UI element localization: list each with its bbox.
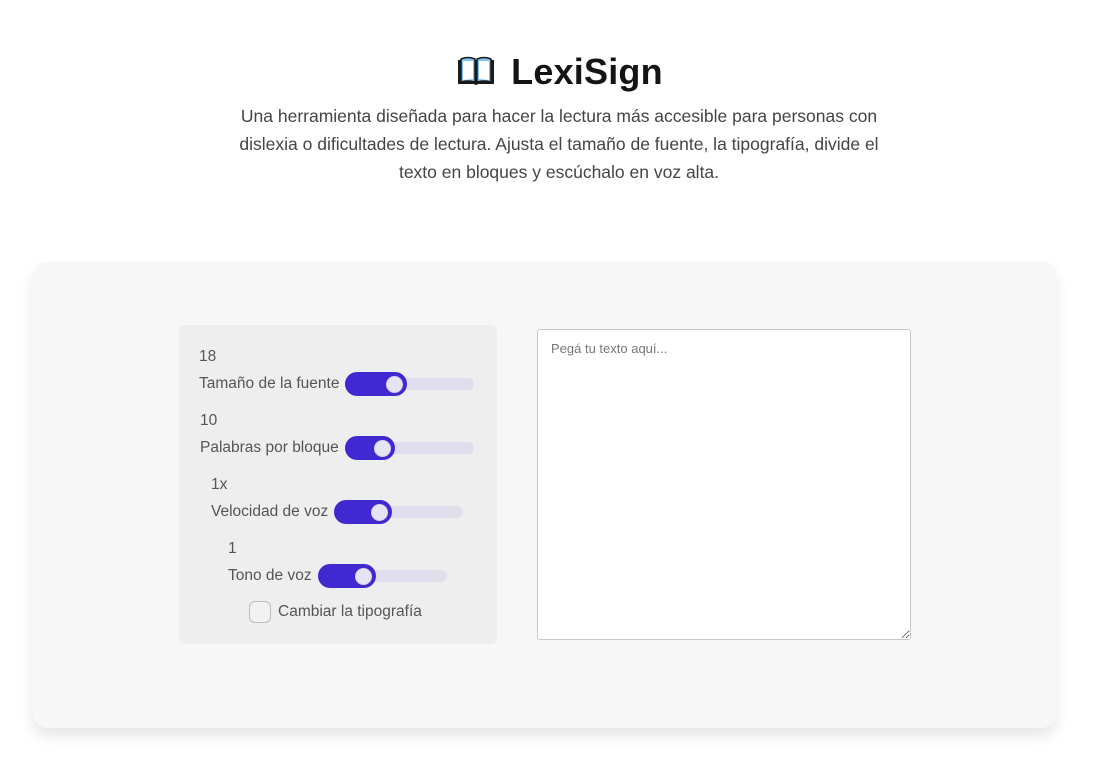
words-per-block-slider[interactable] — [344, 436, 474, 460]
speech-rate-slider[interactable] — [334, 500, 464, 524]
text-input[interactable] — [537, 329, 911, 640]
font-toggle-label: Cambiar la tipografía — [278, 603, 422, 620]
words-per-block-control: 10 Palabras por bloque — [200, 411, 474, 461]
header: LexiSign Una herramienta diseñada para h… — [0, 50, 1118, 186]
speech-rate-label: Velocidad de voz — [211, 503, 329, 520]
speech-rate-value: 1x — [211, 476, 228, 493]
app-title: LexiSign — [511, 51, 663, 92]
pitch-slider-thumb[interactable] — [354, 567, 372, 585]
font-size-value: 18 — [199, 348, 217, 365]
font-toggle-checkbox[interactable] — [249, 601, 271, 623]
font-size-slider[interactable] — [345, 372, 475, 396]
open-book-icon — [458, 56, 495, 85]
speech-rate-control: 1x Velocidad de voz — [211, 475, 464, 525]
words-per-block-value: 10 — [200, 412, 218, 429]
font-toggle-row[interactable]: Cambiar la tipografía — [249, 601, 422, 623]
speech-rate-slider-thumb[interactable] — [371, 503, 389, 521]
font-size-label: Tamaño de la fuente — [199, 375, 340, 392]
pitch-slider[interactable] — [317, 564, 447, 588]
words-per-block-label: Palabras por bloque — [200, 439, 339, 456]
app-description: Una herramienta diseñada para hacer la l… — [239, 106, 879, 182]
pitch-label: Tono de voz — [228, 567, 312, 584]
font-size-slider-thumb[interactable] — [386, 375, 404, 393]
words-per-block-slider-thumb[interactable] — [373, 439, 391, 457]
pitch-value: 1 — [228, 540, 237, 557]
pitch-control: 1 Tono de voz — [228, 539, 447, 589]
title-row: LexiSign — [0, 50, 1118, 94]
font-size-control: 18 Tamaño de la fuente — [199, 347, 475, 397]
